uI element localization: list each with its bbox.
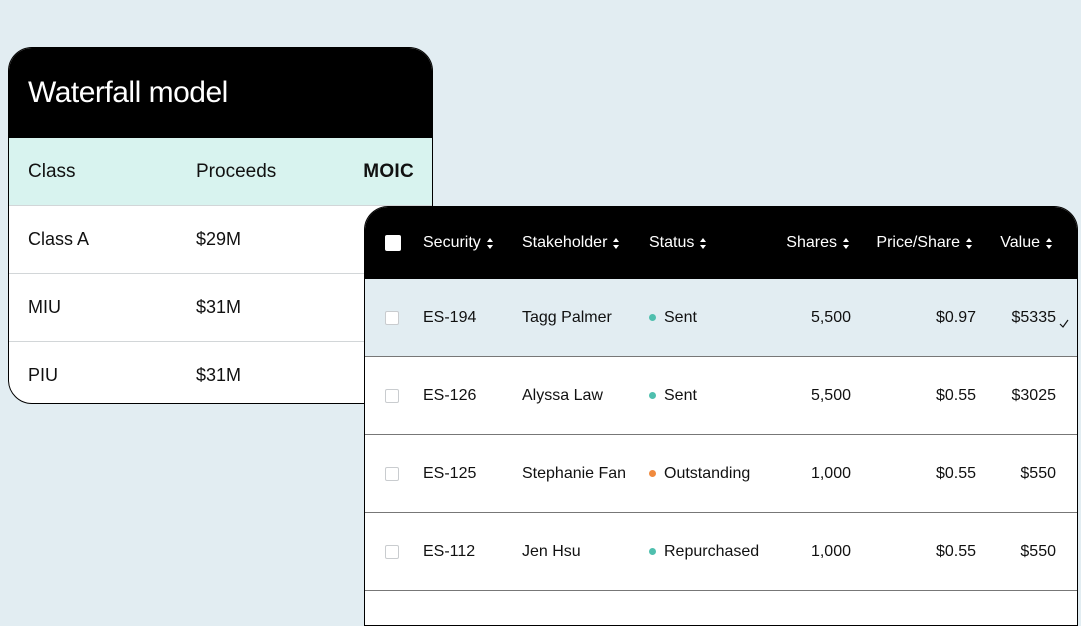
status-label: Outstanding: [664, 464, 751, 482]
price-share-cell: $0.97: [935, 308, 976, 326]
proceeds-cell: $31M: [196, 365, 242, 385]
status-label: Sent: [664, 308, 697, 326]
stakeholder-cell: Alyssa Law: [522, 386, 603, 404]
column-header-label: Security: [423, 234, 481, 251]
row-checkbox[interactable]: [385, 466, 399, 481]
row-select-cell: [385, 357, 399, 434]
column-header-stakeholder[interactable]: Stakeholder: [522, 207, 620, 279]
stakeholder-cell: Jen Hsu: [522, 542, 581, 560]
status-label: Sent: [664, 386, 697, 404]
shares-cell: 1,000: [810, 464, 851, 482]
status-dot-icon: [649, 392, 656, 399]
sort-icon: [843, 237, 850, 249]
stakeholder-cell: Stephanie Fan: [522, 464, 627, 482]
class-cell: MIU: [28, 297, 61, 317]
column-header-value[interactable]: Value: [1000, 207, 1053, 279]
securities-table: Security Stakeholder Status Shares Price…: [364, 206, 1078, 626]
class-cell: PIU: [28, 365, 59, 385]
column-header-label: Status: [649, 234, 695, 251]
shares-cell: 1,000: [810, 542, 851, 560]
column-header-price-share[interactable]: Price/Share: [876, 207, 973, 279]
check-icon: [1059, 319, 1069, 328]
column-header-security[interactable]: Security: [423, 207, 494, 279]
status-cell: Repurchased: [649, 513, 759, 590]
status-label: Repurchased: [664, 542, 760, 560]
class-cell: Class A: [28, 229, 90, 249]
sort-icon: [613, 237, 620, 249]
row-select-cell: [385, 279, 399, 356]
status-cell: Outstanding: [649, 435, 750, 512]
table-header-row: Security Stakeholder Status Shares Price…: [365, 207, 1077, 279]
table-row[interactable]: ES-125 Stephanie Fan Outstanding 1,000 $…: [365, 435, 1077, 513]
row-checkbox[interactable]: [385, 544, 399, 559]
status-cell: Sent: [649, 357, 697, 434]
select-all-cell: [385, 207, 401, 279]
table-row[interactable]: ES-112 Jen Hsu Repurchased 1,000 $0.55 $…: [365, 513, 1077, 591]
table-row[interactable]: ES-194 Tagg Palmer Sent 5,500 $0.97 $533…: [365, 279, 1077, 357]
value-cell: $550: [1020, 542, 1056, 560]
security-cell: ES-112: [423, 542, 476, 560]
row-select-cell: [385, 513, 399, 590]
security-cell: ES-126: [423, 386, 477, 404]
security-cell: ES-194: [423, 308, 477, 326]
row-checkbox[interactable]: [385, 388, 399, 403]
column-header-class: Class: [28, 160, 76, 182]
row-select-cell: [385, 435, 399, 512]
price-share-cell: $0.55: [935, 464, 976, 482]
security-cell: ES-125: [423, 464, 477, 482]
status-dot-icon: [649, 314, 656, 321]
sort-icon: [966, 237, 973, 249]
column-header-label: Price/Share: [876, 234, 960, 251]
column-header-status[interactable]: Status: [649, 207, 707, 279]
proceeds-cell: $31M: [196, 297, 242, 317]
price-share-cell: $0.55: [935, 542, 976, 560]
column-header-shares[interactable]: Shares: [786, 207, 850, 279]
column-header-label: Value: [1000, 234, 1040, 251]
price-share-cell: $0.55: [935, 386, 976, 404]
waterfall-header-row: Class Proceeds MOIC: [9, 138, 432, 206]
status-dot-icon: [649, 470, 656, 477]
value-cell: $3025: [1011, 386, 1057, 404]
sort-icon: [1046, 237, 1053, 249]
stakeholder-cell: Tagg Palmer: [522, 308, 612, 326]
value-cell: $550: [1020, 464, 1056, 482]
sort-icon: [700, 237, 707, 249]
status-dot-icon: [649, 548, 656, 555]
column-header-label: Stakeholder: [522, 234, 608, 251]
shares-cell: 5,500: [810, 386, 851, 404]
value-cell: $5335: [1011, 308, 1057, 326]
status-cell: Sent: [649, 279, 697, 356]
column-header-moic: MOIC: [363, 160, 414, 182]
table-row[interactable]: ES-126 Alyssa Law Sent 5,500 $0.55 $3025: [365, 357, 1077, 435]
shares-cell: 5,500: [810, 308, 851, 326]
proceeds-cell: $29M: [196, 229, 242, 249]
sort-icon: [486, 237, 494, 249]
column-header-label: Shares: [786, 234, 837, 251]
column-header-proceeds: Proceeds: [196, 160, 277, 182]
waterfall-title: Waterfall model: [9, 48, 432, 138]
row-checkbox[interactable]: [385, 310, 399, 325]
select-all-checkbox[interactable]: [385, 235, 401, 251]
